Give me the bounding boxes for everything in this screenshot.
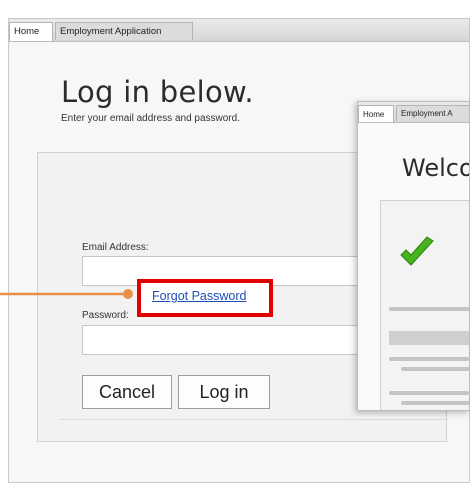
front-tab-bar: Home Employment A (358, 102, 469, 123)
front-tab-home[interactable]: Home (358, 105, 394, 122)
page-subtitle: Enter your email address and password. (61, 113, 240, 124)
login-button[interactable]: Log in (178, 375, 270, 409)
welcome-window: Home Employment A Welco (357, 101, 470, 411)
tab-bar: Home Employment Application (9, 19, 469, 42)
email-label: Email Address: (82, 242, 149, 253)
tab-home[interactable]: Home (9, 22, 53, 41)
forgot-password-link[interactable]: Forgot Password (152, 289, 246, 303)
checkmark-icon (400, 236, 434, 266)
form-divider (60, 419, 448, 420)
cancel-button[interactable]: Cancel (82, 375, 172, 409)
blurred-header-bar (389, 331, 469, 345)
page-title: Log in below. (61, 75, 254, 109)
front-tab-employment[interactable]: Employment A (396, 105, 469, 121)
blurred-text-line (389, 391, 469, 395)
blurred-text-line (401, 401, 469, 405)
blurred-text-line (389, 307, 469, 311)
forgot-password-highlight: Forgot Password (137, 279, 273, 317)
blurred-text-line (401, 367, 469, 371)
blurred-text-line (389, 357, 469, 361)
welcome-panel (380, 200, 469, 410)
arrow-right-icon (0, 289, 133, 299)
tab-employment-application[interactable]: Employment Application (55, 22, 193, 40)
welcome-title: Welco (402, 154, 470, 182)
